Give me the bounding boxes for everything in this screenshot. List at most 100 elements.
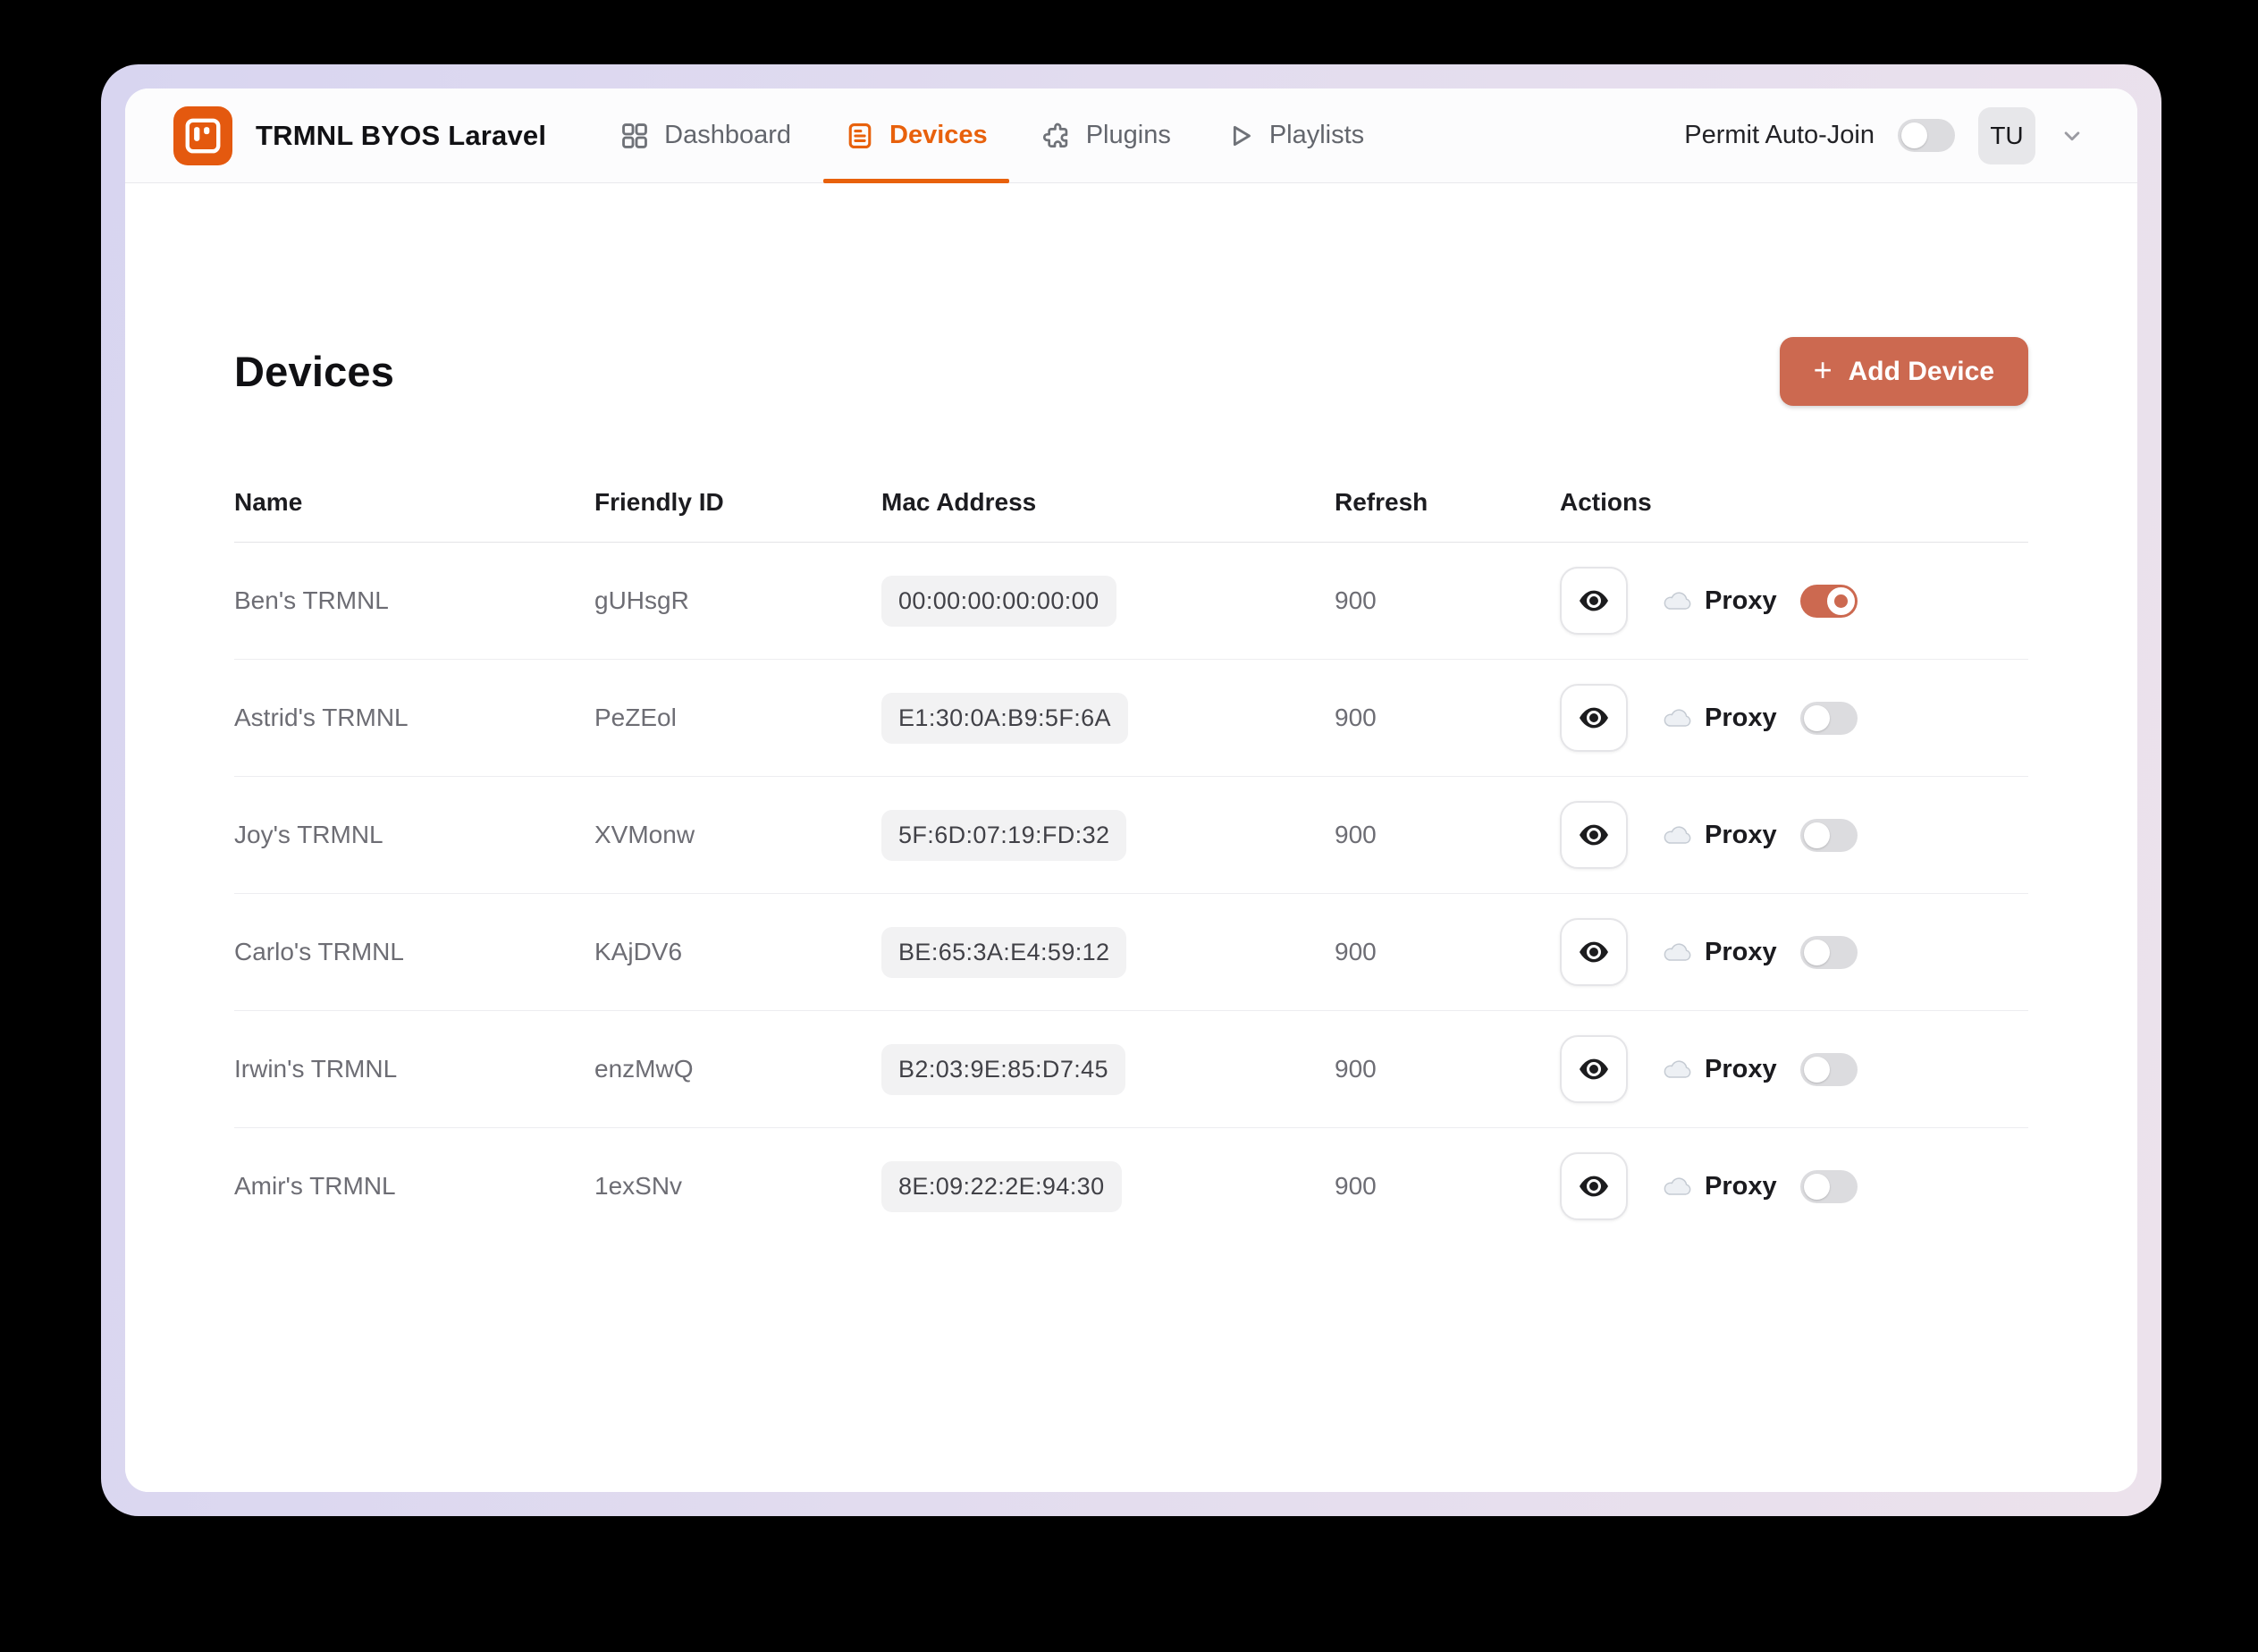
row-actions: Proxy — [1560, 1152, 2028, 1220]
view-device-button[interactable] — [1560, 567, 1628, 635]
cloud-icon — [1662, 1058, 1692, 1081]
nav-label: Plugins — [1085, 121, 1171, 149]
toggle-knob — [1803, 939, 1830, 965]
table-row: Ben's TRMNL gUHsgR 00:00:00:00:00:00 900 — [234, 543, 2028, 660]
device-refresh: 900 — [1335, 1055, 1377, 1083]
proxy-toggle[interactable] — [1799, 584, 1858, 618]
device-friendly-id: 1exSNv — [594, 1172, 683, 1200]
app-window: TRMNL BYOS Laravel Dashboard Devices Plu… — [101, 64, 2161, 1516]
page-title: Devices — [234, 348, 395, 395]
proxy-label: Proxy — [1705, 703, 1777, 732]
nav-label: Playlists — [1268, 121, 1365, 149]
plus-icon: + — [1813, 351, 1833, 388]
device-friendly-id: enzMwQ — [594, 1055, 694, 1083]
row-actions: Proxy — [1560, 684, 2028, 752]
device-friendly-id: XVMonw — [594, 821, 695, 848]
device-refresh: 900 — [1335, 938, 1377, 965]
mac-address-badge: 00:00:00:00:00:00 — [881, 575, 1116, 627]
table-row: Carlo's TRMNL KAjDV6 BE:65:3A:E4:59:12 9… — [234, 894, 2028, 1011]
avatar-initials: TU — [1990, 121, 2024, 149]
proxy-control: Proxy — [1662, 584, 1858, 618]
add-device-label: Add Device — [1848, 356, 1994, 386]
permit-auto-join-toggle[interactable] — [1898, 119, 1955, 152]
app-bar-right: Permit Auto-Join TU — [1684, 88, 2085, 182]
nav-item-plugins[interactable]: Plugins — [1015, 88, 1198, 182]
nav-label: Devices — [889, 121, 988, 149]
proxy-toggle[interactable] — [1799, 818, 1858, 852]
column-header-mac: Mac Address — [881, 488, 1037, 516]
proxy-control: Proxy — [1662, 935, 1858, 969]
nav-label: Dashboard — [664, 121, 792, 149]
title-row: Devices + Add Device — [234, 337, 2028, 406]
column-header-name: Name — [234, 488, 303, 516]
app-surface: TRMNL BYOS Laravel Dashboard Devices Plu… — [125, 88, 2137, 1492]
view-device-button[interactable] — [1560, 801, 1628, 869]
device-name: Joy's TRMNL — [234, 821, 383, 848]
toggle-knob — [1901, 122, 1927, 148]
mac-address-badge: E1:30:0A:B9:5F:6A — [881, 692, 1128, 744]
proxy-control: Proxy — [1662, 1169, 1858, 1203]
toggle-knob — [1803, 822, 1830, 848]
proxy-toggle[interactable] — [1799, 1052, 1858, 1086]
document-lines-icon — [845, 121, 875, 151]
proxy-control: Proxy — [1662, 818, 1858, 852]
mac-address-badge: B2:03:9E:85:D7:45 — [881, 1043, 1125, 1095]
device-name: Carlo's TRMNL — [234, 938, 404, 965]
toggle-knob — [1803, 704, 1830, 731]
nav-item-dashboard[interactable]: Dashboard — [593, 88, 818, 182]
column-header-friendly-id: Friendly ID — [594, 488, 724, 516]
view-device-button[interactable] — [1560, 1035, 1628, 1103]
toggle-knob — [1803, 1173, 1830, 1200]
proxy-control: Proxy — [1662, 701, 1858, 735]
device-name: Astrid's TRMNL — [234, 704, 409, 731]
device-refresh: 900 — [1335, 821, 1377, 848]
view-device-button[interactable] — [1560, 918, 1628, 986]
user-avatar[interactable]: TU — [1978, 106, 2035, 164]
device-name: Amir's TRMNL — [234, 1172, 396, 1200]
proxy-label: Proxy — [1705, 820, 1777, 849]
mac-address-badge: BE:65:3A:E4:59:12 — [881, 926, 1127, 978]
nav-item-devices[interactable]: Devices — [818, 88, 1015, 183]
mac-address-badge: 5F:6D:07:19:FD:32 — [881, 809, 1127, 861]
device-friendly-id: PeZEol — [594, 704, 677, 731]
row-actions: Proxy — [1560, 1035, 2028, 1103]
proxy-label: Proxy — [1705, 1171, 1777, 1201]
row-actions: Proxy — [1560, 801, 2028, 869]
play-icon — [1225, 121, 1255, 151]
device-refresh: 900 — [1335, 1172, 1377, 1200]
view-device-button[interactable] — [1560, 684, 1628, 752]
mac-address-badge: 8E:09:22:2E:94:30 — [881, 1160, 1122, 1212]
proxy-toggle[interactable] — [1799, 701, 1858, 735]
table-row: Amir's TRMNL 1exSNv 8E:09:22:2E:94:30 90… — [234, 1128, 2028, 1244]
chevron-down-icon[interactable] — [2059, 122, 2085, 149]
table-body: Ben's TRMNL gUHsgR 00:00:00:00:00:00 900 — [234, 543, 2028, 1244]
devices-table: Name Friendly ID Mac Address Refresh Act… — [234, 488, 2028, 1244]
device-friendly-id: KAjDV6 — [594, 938, 683, 965]
row-actions: Proxy — [1560, 918, 2028, 986]
cloud-icon — [1662, 940, 1692, 964]
permit-auto-join-label: Permit Auto-Join — [1684, 121, 1875, 149]
device-refresh: 900 — [1335, 586, 1377, 614]
cloud-icon — [1662, 1175, 1692, 1198]
app-bar: TRMNL BYOS Laravel Dashboard Devices Plu… — [125, 88, 2137, 183]
cloud-icon — [1662, 823, 1692, 847]
trmnl-logo-icon — [173, 105, 232, 165]
cloud-icon — [1662, 589, 1692, 612]
table-row: Irwin's TRMNL enzMwQ B2:03:9E:85:D7:45 9… — [234, 1011, 2028, 1128]
device-refresh: 900 — [1335, 704, 1377, 731]
brand: TRMNL BYOS Laravel — [173, 88, 546, 182]
proxy-toggle[interactable] — [1799, 935, 1858, 969]
proxy-label: Proxy — [1705, 586, 1777, 615]
proxy-toggle[interactable] — [1799, 1169, 1858, 1203]
table-row: Joy's TRMNL XVMonw 5F:6D:07:19:FD:32 900 — [234, 777, 2028, 894]
main-content: Devices + Add Device Name Friendly ID Ma… — [125, 183, 2137, 1492]
add-device-button[interactable]: + Add Device — [1779, 337, 2028, 406]
view-device-button[interactable] — [1560, 1152, 1628, 1220]
nav-item-playlists[interactable]: Playlists — [1198, 88, 1391, 182]
grid-icon — [619, 121, 650, 151]
proxy-label: Proxy — [1705, 1054, 1777, 1083]
device-name: Ben's TRMNL — [234, 586, 389, 614]
device-name: Irwin's TRMNL — [234, 1055, 398, 1083]
column-header-refresh: Refresh — [1335, 488, 1428, 516]
proxy-control: Proxy — [1662, 1052, 1858, 1086]
